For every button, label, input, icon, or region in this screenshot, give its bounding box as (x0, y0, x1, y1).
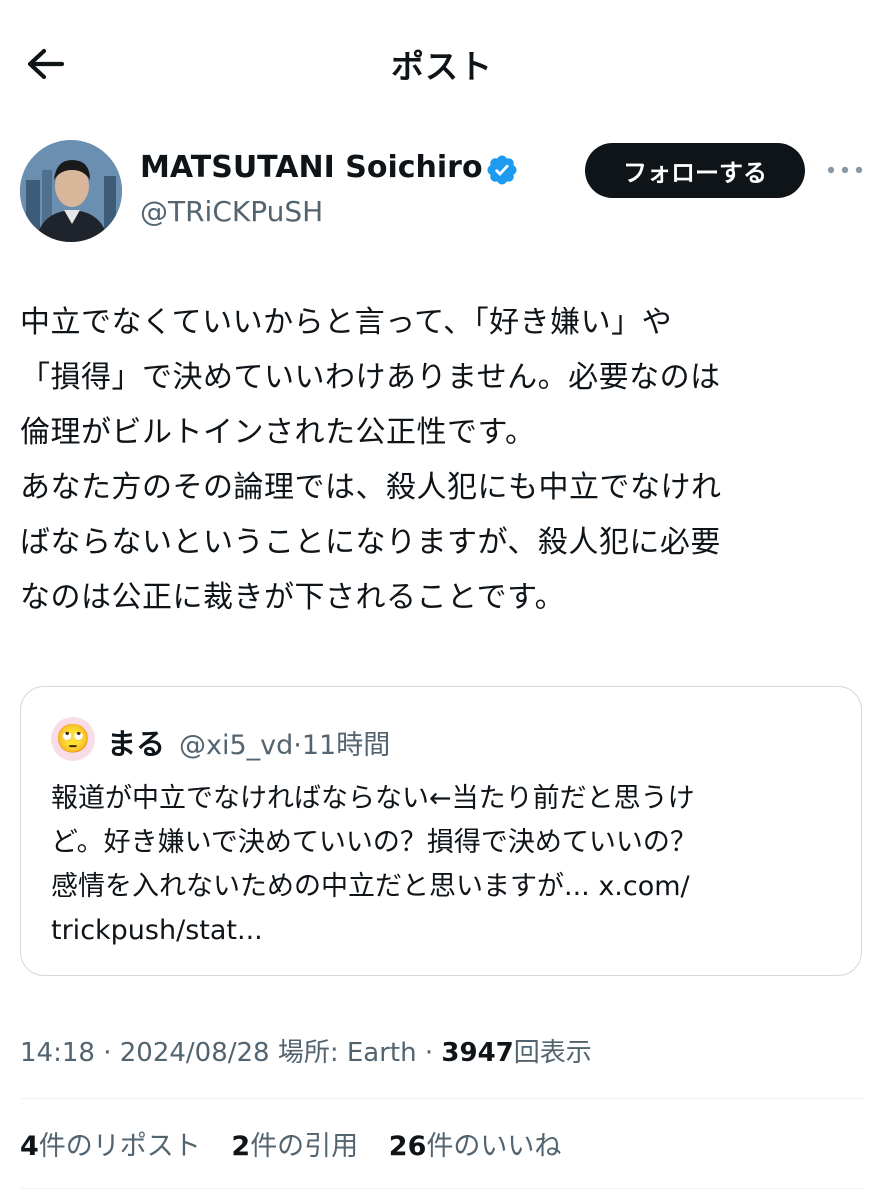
reposts-label: 件のリポスト (38, 1131, 201, 1162)
divider (20, 1188, 864, 1189)
likes-label: 件のいいね (426, 1131, 562, 1162)
quoted-text: 報道が中立でなければならない←当たり前だと思うけ ど。好き嫌いで決めていいの？損… (51, 783, 697, 946)
quoted-handle-time: @xi5_vd·11時間 (179, 723, 390, 762)
post-date[interactable]: 2024/08/28 (120, 1038, 270, 1068)
more-options-icon[interactable] (825, 158, 865, 182)
post-location: 場所: Earth (269, 1038, 417, 1068)
separator-dot: · (94, 1038, 120, 1068)
divider (20, 1098, 864, 1099)
quoted-avatar[interactable]: 🙄 (51, 717, 95, 761)
likes-stat[interactable]: 26件のいいね (389, 1131, 562, 1162)
verified-badge-icon (485, 153, 519, 187)
views-label: 回表示 (513, 1038, 592, 1068)
quoted-display-name: まる (107, 727, 166, 761)
rolling-eyes-icon: 🙄 (55, 722, 91, 755)
quotes-count: 2 (231, 1131, 251, 1162)
display-name[interactable]: MATSUTANI Soichiro (140, 150, 483, 185)
follow-button[interactable]: フォローする (585, 143, 805, 198)
quotes-stat[interactable]: 2件の引用 (231, 1131, 358, 1162)
top-bar: ポスト (0, 0, 884, 125)
likes-count: 26 (388, 1131, 427, 1162)
reposts-stat[interactable]: 4件のリポスト (20, 1131, 201, 1162)
page-title: ポスト (391, 47, 493, 86)
avatar[interactable] (20, 140, 122, 242)
reposts-count: 4 (20, 1131, 39, 1162)
engagement-stats: 4件のリポスト 2件の引用 26件のいいね (20, 1124, 583, 1163)
views-count: 3947 (441, 1038, 514, 1068)
tweet-text: 中立でなくていいからと言って、「好き嫌い」や 「損得」で決めていいわけありません… (20, 305, 722, 615)
separator-dot: · (293, 730, 302, 761)
handle[interactable]: @TRiCKPuSH (140, 195, 323, 228)
quoted-handle: @xi5_vd (179, 730, 294, 761)
author-row: MATSUTANI Soichiro @TRiCKPuSH フォローする (20, 140, 864, 245)
quoted-time: 11時間 (301, 730, 391, 761)
separator-dot: · (416, 1038, 442, 1068)
quoted-tweet-card[interactable]: 🙄 まる @xi5_vd·11時間 報道が中立でなければならない←当たり前だと思… (20, 686, 862, 976)
post-time[interactable]: 14:18 (20, 1038, 95, 1068)
quotes-label: 件の引用 (250, 1131, 359, 1162)
tweet-meta: 14:18 · 2024/08/28 場所: Earth · 3947回表示 (20, 1032, 592, 1069)
